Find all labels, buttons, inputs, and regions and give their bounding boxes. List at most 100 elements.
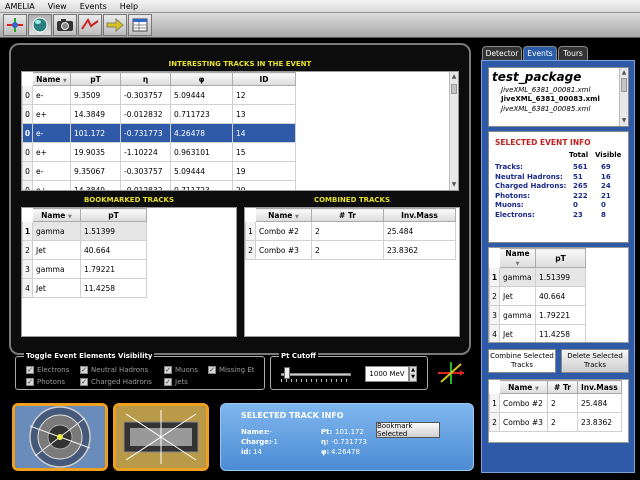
track-row[interactable]: 0 e+ 14.3849 -0.012832 0.711723 20	[22, 180, 296, 190]
track-arrow-button[interactable]	[78, 14, 102, 36]
event-stat-label: Electrons:	[495, 210, 535, 219]
row-number: 3	[489, 305, 500, 325]
checkbox-jets[interactable]: ✓ Jets	[164, 378, 188, 386]
tab-events[interactable]: Events	[523, 46, 557, 60]
column-header-name[interactable]: Name ▼	[499, 248, 536, 268]
bookmarked-row[interactable]: 3 gamma 1.79221	[22, 259, 147, 279]
column-header-tracks[interactable]: # Tr	[547, 380, 578, 394]
column-header-phi[interactable]: φ	[170, 72, 233, 86]
package-list-scrollbar[interactable]: ▲ ▼	[619, 68, 628, 126]
column-header-eta[interactable]: η	[120, 72, 171, 86]
pt-cutoff-value-input[interactable]: 1000 MeV	[365, 366, 409, 382]
right-combined-body: 1 Combo #2 2 25.484 2 Combo #3 2 23.8362	[489, 393, 622, 432]
track-id-cell: 12	[232, 85, 296, 105]
tab-detector[interactable]: Detector	[482, 46, 522, 60]
row-number: 0	[22, 161, 33, 181]
menu-help[interactable]: Help	[115, 2, 146, 11]
event-file-item-selected[interactable]: JiveXML_6381_00083.xml	[501, 95, 600, 103]
checkbox-electrons[interactable]: ✓ Electrons	[26, 366, 69, 374]
bookmarked-row[interactable]: 2 Jet 40.664	[489, 286, 586, 306]
event-stat-total: 0	[573, 201, 578, 209]
checkbox-missing-et[interactable]: ✓ Missing Et	[208, 366, 255, 374]
bookmarked-row[interactable]: 2 Jet 40.664	[22, 240, 147, 260]
combined-row[interactable]: 1 Combo #2 2 25.484	[245, 221, 456, 241]
row-number: 1	[489, 393, 500, 413]
combo-name-cell: Combo #2	[255, 221, 312, 241]
delete-selected-tracks-button[interactable]: Delete Selected Tracks	[561, 349, 629, 373]
axes-orientation-icon[interactable]	[436, 360, 466, 386]
event-stat-visible: 69	[601, 163, 611, 171]
bookmark-pt-cell: 11.4258	[80, 278, 147, 298]
event-file-item[interactable]: JiveXML_6381_00081.xml	[501, 86, 590, 94]
combine-selected-tracks-button[interactable]: Combine Selected Tracks	[488, 349, 556, 373]
column-header-name[interactable]: Name ▼	[255, 208, 312, 222]
bookmarked-row[interactable]: 1 gamma 1.51399	[489, 267, 586, 287]
track-row[interactable]: 0 e- 9.35067 -0.303757 5.09444 19	[22, 161, 296, 181]
track-row[interactable]: 0 e- 101.172 -0.731773 4.26478 14	[22, 123, 296, 143]
spin-arrows-icon[interactable]: ▲ ▼	[409, 366, 417, 382]
bookmarked-row[interactable]: 1 gamma 1.51399	[22, 221, 147, 241]
interesting-tracks-scrollbar[interactable]: ▲ ▼	[449, 72, 458, 190]
combo-name-cell: Combo #3	[255, 240, 312, 260]
scroll-down-icon[interactable]: ▼	[620, 117, 628, 125]
checkbox-muons[interactable]: ✓ Muons	[164, 366, 198, 374]
column-header-name[interactable]: Name ▼	[32, 72, 71, 86]
checkbox-charged-hadrons[interactable]: ✓ Charged Hadrons	[80, 378, 152, 386]
tab-tours[interactable]: Tours	[558, 46, 588, 60]
bookmark-name-cell: gamma	[499, 305, 536, 325]
column-header-id[interactable]: ID	[232, 72, 296, 86]
column-header-name[interactable]: Name ▼	[499, 380, 548, 394]
column-header-tracks[interactable]: # Tr	[311, 208, 384, 222]
pt-cutoff-slider-track[interactable]	[281, 373, 351, 376]
combined-row[interactable]: 2 Combo #3 2 23.8362	[489, 412, 622, 432]
check-icon: ✓	[208, 366, 216, 374]
event-stat-label: Muons:	[495, 201, 524, 209]
column-header-inv-mass[interactable]: Inv.Mass	[577, 380, 622, 394]
bookmark-pt-cell: 1.79221	[80, 259, 147, 279]
combined-row[interactable]: 2 Combo #3 2 23.8362	[245, 240, 456, 260]
sort-arrow-icon: ▼	[515, 261, 520, 267]
table-button[interactable]	[128, 14, 152, 36]
check-icon: ✓	[26, 366, 34, 374]
check-icon: ✓	[164, 378, 172, 386]
checkbox-neutral-hadrons[interactable]: ✓ Neutral Hadrons	[80, 366, 148, 374]
track-eta-value: -0.731773	[331, 438, 367, 446]
corner-cell	[489, 380, 500, 394]
track-id-cell: 19	[232, 161, 296, 181]
sphere-view-button[interactable]	[28, 14, 52, 36]
menu-events[interactable]: Events	[75, 2, 115, 11]
bookmarked-row[interactable]: 3 gamma 1.79221	[489, 305, 586, 325]
table-icon	[132, 18, 148, 32]
track-eta-cell: -1.10224	[120, 142, 171, 162]
end-view-thumbnail[interactable]	[12, 403, 108, 471]
track-eta-label: η:	[321, 438, 329, 446]
track-eta-cell: -0.731773	[120, 123, 171, 143]
detector-view-button[interactable]	[3, 14, 27, 36]
column-header-name[interactable]: Name ▼	[32, 208, 81, 222]
bookmarked-row[interactable]: 4 Jet 11.4258	[22, 278, 147, 298]
check-icon: ✓	[80, 366, 88, 374]
column-header-pt[interactable]: pT	[80, 208, 147, 222]
track-row[interactable]: 0 e- 9.3509 -0.303757 5.09444 12	[22, 85, 296, 105]
scroll-down-icon[interactable]: ▼	[450, 181, 458, 189]
next-event-button[interactable]	[103, 14, 127, 36]
combined-row[interactable]: 1 Combo #2 2 25.484	[489, 393, 622, 413]
track-row[interactable]: 0 e+ 19.9035 -1.10224 0.963101 15	[22, 142, 296, 162]
bookmark-selected-button[interactable]: Bookmark Selected	[376, 422, 440, 438]
track-row[interactable]: 0 e+ 14.3849 -0.012832 0.711723 13	[22, 104, 296, 124]
checkbox-photons[interactable]: ✓ Photons	[26, 378, 65, 386]
scroll-thumb[interactable]	[451, 84, 457, 94]
event-file-item[interactable]: JiveXML_6381_00085.xml	[501, 105, 590, 113]
menu-amelia[interactable]: AMELIA	[0, 2, 43, 11]
scroll-up-icon[interactable]: ▲	[450, 73, 458, 81]
side-view-thumbnail[interactable]	[113, 403, 209, 471]
bookmarked-row[interactable]: 4 Jet 11.4258	[489, 324, 586, 342]
scroll-thumb[interactable]	[621, 78, 627, 92]
menu-view[interactable]: View	[43, 2, 75, 11]
camera-button[interactable]	[53, 14, 77, 36]
column-header-inv-mass[interactable]: Inv.Mass	[383, 208, 456, 222]
column-header-pt[interactable]: pT	[535, 248, 586, 268]
column-header-pt[interactable]: pT	[70, 72, 121, 86]
pt-cutoff-slider-thumb[interactable]	[283, 367, 290, 379]
scroll-up-icon[interactable]: ▲	[620, 69, 628, 77]
